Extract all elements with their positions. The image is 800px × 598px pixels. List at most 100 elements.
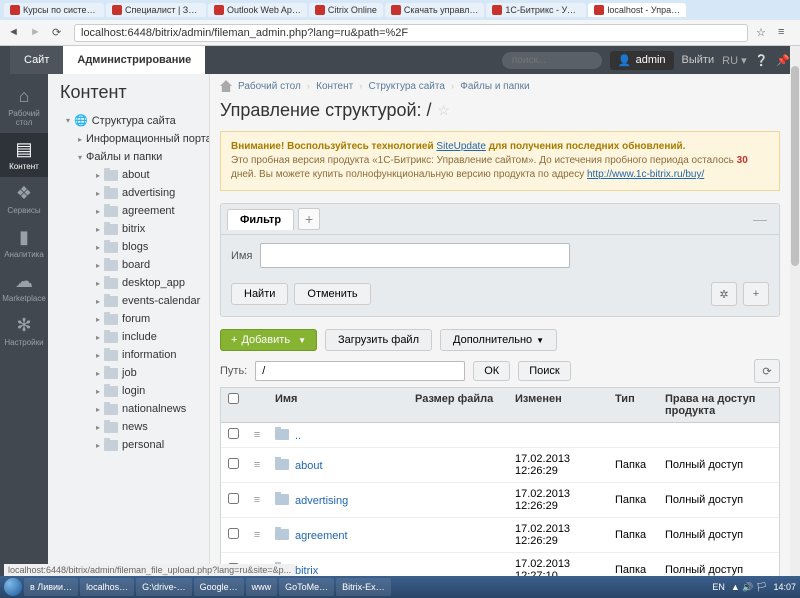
table-row[interactable]: agreement17.02.2013 12:26:29ПапкаПолный … (221, 518, 779, 553)
row-menu-icon[interactable] (252, 459, 262, 471)
reload-icon[interactable]: ⟳ (52, 26, 66, 40)
breadcrumb-item[interactable]: Контент (316, 81, 353, 92)
row-checkbox[interactable] (228, 493, 239, 504)
siteupdate-link[interactable]: SiteUpdate (436, 141, 485, 152)
add-icon[interactable]: + (743, 282, 769, 306)
tree-files[interactable]: ▾Файлы и папки (48, 148, 209, 166)
favorite-icon[interactable]: ☆ (438, 102, 451, 119)
add-button[interactable]: +Добавить▼ (220, 329, 317, 351)
path-input[interactable] (255, 361, 465, 381)
tree-folder[interactable]: ▸information (48, 346, 209, 364)
browser-tab[interactable]: 1С-Битрикс - Упр… (486, 3, 586, 18)
more-button[interactable]: Дополнительно▼ (440, 329, 557, 351)
tree-folder[interactable]: ▸board (48, 256, 209, 274)
row-menu-icon[interactable] (252, 429, 262, 441)
row-checkbox[interactable] (228, 528, 239, 539)
nav-content[interactable]: ▤Контент (0, 133, 48, 177)
settings-icon[interactable]: ✲ (711, 282, 737, 306)
nav-analytics[interactable]: ▮Аналитика (0, 221, 48, 265)
taskbar-item[interactable]: localhos… (80, 578, 134, 596)
browser-tab[interactable]: Outlook Web Ap… (208, 3, 307, 18)
bookmark-icon[interactable]: ☆ (756, 26, 770, 40)
url-bar[interactable]: localhost:6448/bitrix/admin/fileman_admi… (74, 24, 748, 42)
buy-link[interactable]: http://www.1c-bitrix.ru/buy/ (587, 169, 704, 180)
tree-portal[interactable]: ▸Информационный портал (Сайт (48, 130, 209, 148)
tree-folder[interactable]: ▸agreement (48, 202, 209, 220)
scroll-thumb[interactable] (791, 66, 799, 266)
file-name-link[interactable]: advertising (295, 495, 348, 507)
pin-icon[interactable]: 📌 (776, 54, 790, 67)
ok-button[interactable]: ОК (473, 361, 510, 381)
tree-folder[interactable]: ▸desktop_app (48, 274, 209, 292)
tree-folder[interactable]: ▸events-calendar (48, 292, 209, 310)
browser-tab[interactable]: Специалист | За… (106, 3, 206, 18)
tree-folder[interactable]: ▸about (48, 166, 209, 184)
forward-icon[interactable]: ► (30, 26, 44, 40)
upload-button[interactable]: Загрузить файл (325, 329, 432, 351)
tree-folder[interactable]: ▸personal (48, 436, 209, 454)
taskbar-item[interactable]: G:\drive-… (136, 578, 192, 596)
breadcrumb-item[interactable]: Структура сайта (369, 81, 445, 92)
search-button[interactable]: Поиск (518, 361, 570, 381)
file-name-link[interactable]: agreement (295, 530, 348, 542)
find-button[interactable]: Найти (231, 283, 288, 305)
logout-link[interactable]: Выйти (682, 54, 715, 66)
taskbar-item[interactable]: GoToMe… (279, 578, 334, 596)
tab-site[interactable]: Сайт (10, 46, 63, 74)
file-name-link[interactable]: .. (295, 430, 301, 442)
taskbar-item[interactable]: Bitrix-Ex… (336, 578, 391, 596)
cancel-button[interactable]: Отменить (294, 283, 370, 305)
help-icon[interactable]: ❔ (755, 54, 769, 67)
refresh-icon[interactable]: ⟳ (754, 359, 780, 383)
col-size[interactable]: Размер файла (409, 388, 509, 422)
back-icon[interactable]: ◄ (8, 26, 22, 40)
browser-tab[interactable]: Citrix Online (309, 3, 383, 18)
lang-button[interactable]: RU ▾ (722, 54, 746, 67)
tree-folder[interactable]: ▸job (48, 364, 209, 382)
row-menu-icon[interactable] (252, 529, 262, 541)
filter-tab[interactable]: Фильтр (227, 209, 294, 230)
tree-folder[interactable]: ▸bitrix (48, 220, 209, 238)
col-type[interactable]: Тип (609, 388, 659, 422)
tree-folder[interactable]: ▸forum (48, 310, 209, 328)
system-tray[interactable]: EN ▲ 🔊 🏳 14:07 (712, 582, 796, 593)
browser-tab-active[interactable]: localhost - Упра… (588, 3, 686, 18)
table-row[interactable]: advertising17.02.2013 12:26:29ПапкаПолны… (221, 483, 779, 518)
start-button[interactable] (4, 578, 22, 596)
taskbar-item[interactable]: Google… (194, 578, 244, 596)
nav-services[interactable]: ❖Сервисы (0, 177, 48, 221)
tree-folder[interactable]: ▸login (48, 382, 209, 400)
tree-root[interactable]: ▾🌐Структура сайта (48, 111, 209, 130)
tree-folder[interactable]: ▸advertising (48, 184, 209, 202)
tree-folder[interactable]: ▸blogs (48, 238, 209, 256)
taskbar-item[interactable]: в Ливии… (24, 578, 78, 596)
user-menu-button[interactable]: 👤admin (610, 51, 674, 70)
taskbar-item[interactable]: www (246, 578, 278, 596)
file-name-link[interactable]: bitrix (295, 565, 318, 577)
menu-icon[interactable]: ≡ (778, 26, 792, 40)
home-icon[interactable] (220, 80, 232, 92)
tree-folder[interactable]: ▸news (48, 418, 209, 436)
select-all-checkbox[interactable] (228, 393, 239, 404)
nav-desktop[interactable]: ⌂Рабочий стол (0, 80, 48, 133)
scrollbar[interactable] (790, 46, 800, 576)
table-row[interactable]: about17.02.2013 12:26:29ПапкаПолный дост… (221, 448, 779, 483)
nav-marketplace[interactable]: ☁Marketplace (0, 265, 48, 309)
nav-settings[interactable]: ✻Настройки (0, 309, 48, 353)
row-menu-icon[interactable] (252, 494, 262, 506)
tree-folder[interactable]: ▸nationalnews (48, 400, 209, 418)
col-modified[interactable]: Изменен (509, 388, 609, 422)
col-name[interactable]: Имя (269, 388, 409, 422)
table-row[interactable]: bitrix17.02.2013 12:27:10ПапкаПолный дос… (221, 553, 779, 576)
breadcrumb-item[interactable]: Рабочий стол (238, 81, 301, 92)
browser-tab[interactable]: Курсы по систем… (4, 3, 104, 18)
add-filter-tab-button[interactable]: + (298, 208, 320, 230)
tree-folder[interactable]: ▸include (48, 328, 209, 346)
breadcrumb-item[interactable]: Файлы и папки (460, 81, 529, 92)
table-row[interactable]: .. (221, 423, 779, 448)
file-name-link[interactable]: about (295, 460, 323, 472)
tab-admin[interactable]: Администрирование (63, 46, 205, 74)
col-access[interactable]: Права на доступ продукта (659, 388, 779, 422)
row-checkbox[interactable] (228, 458, 239, 469)
header-search-input[interactable] (502, 52, 602, 69)
